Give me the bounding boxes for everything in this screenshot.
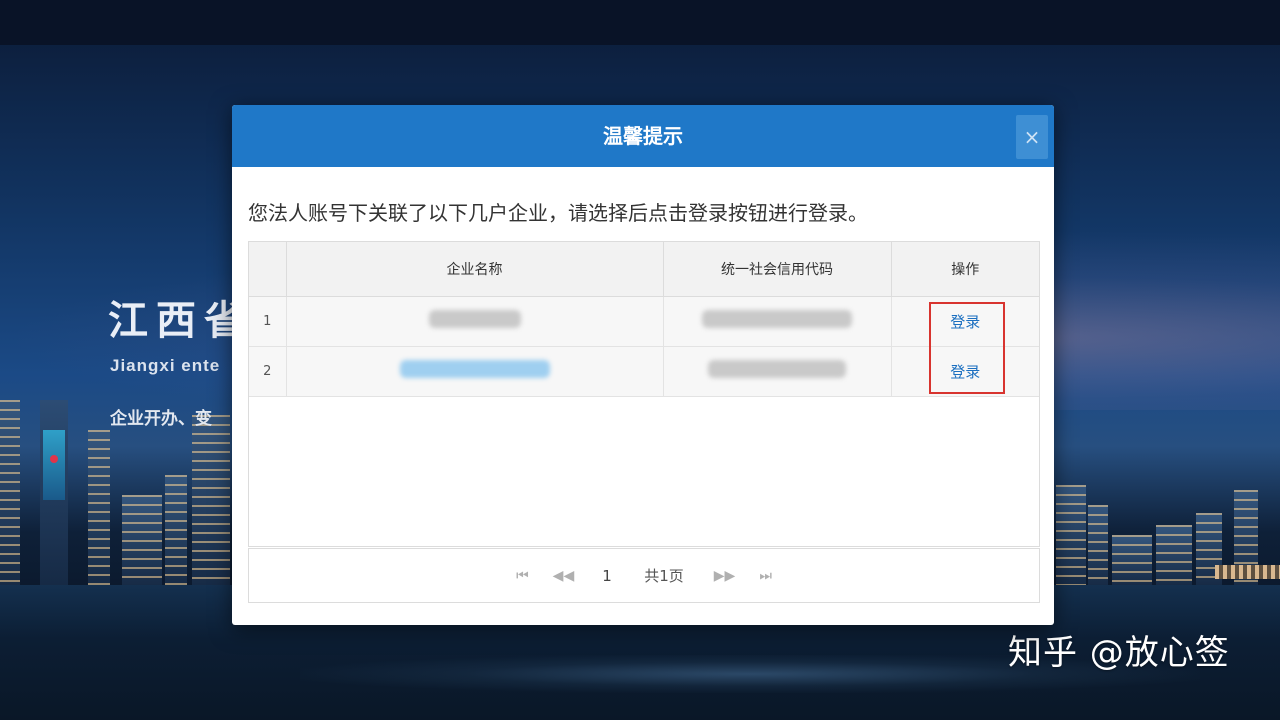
top-band — [0, 0, 1280, 45]
enterprise-select-dialog: 温馨提示 × 您法人账号下关联了以下几户企业，请选择后点击登录按钮进行登录。 企… — [232, 105, 1054, 625]
building — [192, 415, 230, 585]
enterprise-name-redacted — [286, 296, 664, 347]
table-row[interactable]: 1 登录 — [249, 296, 1039, 347]
building — [40, 400, 68, 585]
column-header-index — [249, 242, 287, 297]
login-button[interactable]: 登录 — [950, 363, 980, 381]
building — [1056, 485, 1086, 585]
enterprise-table: 企业名称 统一社会信用代码 操作 1 登录 2 登录 — [248, 241, 1040, 547]
site-tagline: 企业开办、变 — [110, 409, 212, 429]
table-row[interactable]: 2 登录 — [249, 346, 1039, 397]
row-index: 1 — [249, 296, 287, 347]
column-header-credit-code: 统一社会信用代码 — [663, 242, 892, 297]
dialog-notice: 您法人账号下关联了以下几户企业，请选择后点击登录按钮进行登录。 — [248, 201, 868, 225]
building — [122, 495, 162, 585]
column-header-name: 企业名称 — [286, 242, 664, 297]
row-action: 登录 — [891, 346, 1039, 397]
redacted-text — [399, 360, 550, 378]
billboard-screen — [43, 430, 65, 500]
dialog-title: 温馨提示 — [603, 124, 683, 148]
building — [1088, 505, 1108, 585]
close-icon: × — [1023, 125, 1041, 149]
column-header-action: 操作 — [891, 242, 1039, 297]
prev-page-button[interactable]: ◀◀ — [553, 568, 575, 584]
last-page-button[interactable]: ⏭ — [759, 568, 772, 584]
next-page-button[interactable]: ▶▶ — [714, 568, 736, 584]
redacted-text — [428, 310, 521, 328]
building — [1112, 535, 1152, 585]
row-index: 2 — [249, 346, 287, 397]
credit-code-redacted — [663, 296, 892, 347]
redacted-text — [702, 310, 852, 328]
close-button[interactable]: × — [1016, 115, 1048, 159]
first-page-button[interactable]: ⏮ — [516, 568, 529, 584]
bridge — [1215, 565, 1280, 579]
building — [88, 430, 110, 585]
pagination: ⏮ ◀◀ 共1页 ▶▶ ⏭ — [248, 548, 1040, 603]
watermark: 知乎 @放心签 — [1008, 633, 1230, 673]
building — [0, 400, 20, 585]
building — [165, 475, 187, 585]
login-button[interactable]: 登录 — [950, 313, 980, 331]
page-total: 共1页 — [644, 567, 684, 585]
row-action: 登录 — [891, 296, 1039, 347]
enterprise-name-redacted — [286, 346, 664, 397]
building — [1156, 525, 1192, 585]
redacted-text — [708, 360, 846, 378]
credit-code-redacted — [663, 346, 892, 397]
table-header-row: 企业名称 统一社会信用代码 操作 — [249, 242, 1039, 297]
site-title: 江西省 — [108, 298, 252, 344]
page-number-input[interactable] — [592, 563, 639, 588]
site-subtitle: Jiangxi ente — [110, 356, 221, 375]
